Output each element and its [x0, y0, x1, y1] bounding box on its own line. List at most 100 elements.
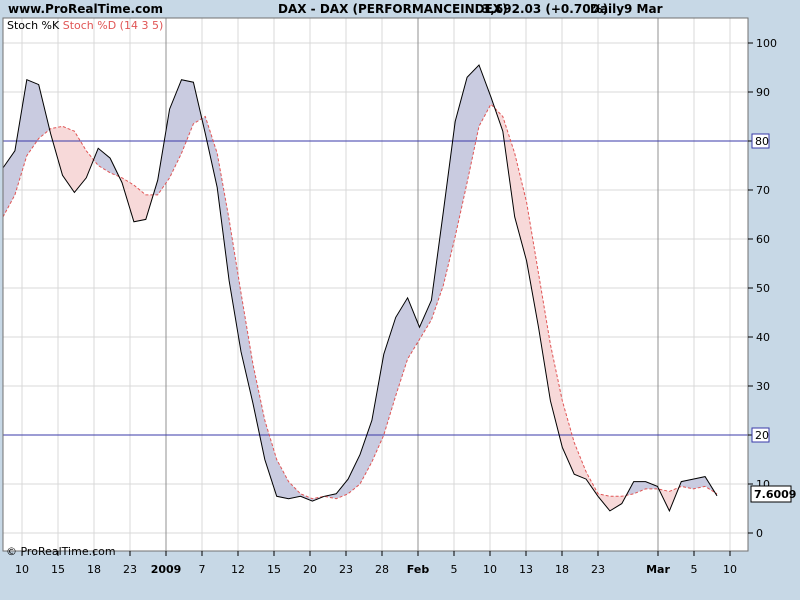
plot-area [3, 18, 748, 551]
k-data-point [275, 495, 278, 498]
legend-k-label: Stoch %K [7, 19, 63, 32]
k-data-point [561, 446, 564, 449]
d-data-point [406, 358, 409, 361]
d-data-point [359, 483, 362, 486]
d-data-point [692, 487, 695, 490]
y-tick-label: 30 [756, 380, 770, 393]
k-data-point [97, 147, 100, 150]
k-data-point [49, 132, 52, 135]
y-tick-label: 90 [756, 86, 770, 99]
k-data-point [668, 509, 671, 512]
d-data-point [478, 125, 481, 128]
k-data-point [192, 81, 195, 84]
d-data-point [382, 434, 385, 437]
d-data-point [394, 394, 397, 397]
d-data-point [144, 193, 147, 196]
d-data-point [168, 176, 171, 179]
k-data-point [513, 215, 516, 218]
k-data-point [180, 78, 183, 81]
d-data-point [430, 318, 433, 321]
legend-d-label: Stoch %D (14 3 5) [63, 19, 164, 32]
d-data-point [204, 115, 207, 118]
k-data-point [109, 157, 112, 160]
d-data-point [132, 184, 135, 187]
k-data-point [347, 478, 350, 481]
k-data-point [644, 480, 647, 483]
k-data-point [121, 181, 124, 184]
stochastic-chart[interactable]: 0 10 20 30 40 50 60 70 80 90 100 7.6009 10 15 18 23 2009… [0, 0, 800, 600]
k-data-point [418, 326, 421, 329]
k-data-point [156, 179, 159, 182]
k-data-point [25, 78, 28, 81]
d-data-point [501, 115, 504, 118]
d-data-point [61, 125, 64, 128]
d-data-point [311, 497, 314, 500]
k-data-point [466, 76, 469, 79]
k-data-point [585, 478, 588, 481]
y-tick-label: 20 [755, 429, 769, 442]
d-data-point [25, 154, 28, 157]
x-tick-label: 10 [15, 563, 29, 576]
k-data-point [632, 480, 635, 483]
x-tick-label: 18 [555, 563, 569, 576]
k-data-point [240, 350, 243, 353]
d-data-point [442, 284, 445, 287]
y-tick-label: 70 [756, 184, 770, 197]
d-data-point [287, 480, 290, 483]
x-tick-label: 23 [339, 563, 353, 576]
d-data-point [489, 103, 492, 106]
k-data-point [549, 399, 552, 402]
x-tick-label: 20 [303, 563, 317, 576]
d-data-point [49, 127, 52, 130]
d-data-point [597, 492, 600, 495]
x-tick-label: 12 [231, 563, 245, 576]
x-tick-label: Mar [646, 563, 670, 576]
x-tick-label: 18 [87, 563, 101, 576]
k-data-point [454, 120, 457, 123]
d-data-point [323, 495, 326, 498]
legend: Stoch %K Stoch %D (14 3 5) [7, 19, 163, 32]
d-data-point [85, 149, 88, 152]
k-data-point [692, 478, 695, 481]
y-tick-label: 80 [755, 135, 769, 148]
d-data-point [716, 492, 719, 495]
k-data-point [370, 419, 373, 422]
x-tick-label: 7 [199, 563, 206, 576]
d-data-point [335, 497, 338, 500]
k-data-point [501, 130, 504, 133]
d-data-point [537, 272, 540, 275]
x-tick-label: 13 [519, 563, 533, 576]
k-data-point [37, 83, 40, 86]
k-data-point [620, 502, 623, 505]
k-data-point [61, 174, 64, 177]
k-data-point [394, 316, 397, 319]
d-data-point [608, 495, 611, 498]
k-data-point [13, 149, 16, 152]
y-tick-label: 100 [756, 37, 777, 50]
d-data-point [251, 362, 254, 365]
k-data-point [216, 186, 219, 189]
k-data-point [608, 509, 611, 512]
d-data-point [347, 492, 350, 495]
x-tick-label: Feb [407, 563, 430, 576]
y-tick-label: 50 [756, 282, 770, 295]
d-data-point [121, 176, 124, 179]
d-data-point [466, 181, 469, 184]
k-data-point [704, 475, 707, 478]
k-data-point [382, 353, 385, 356]
d-data-point [240, 291, 243, 294]
x-tick-label: 5 [451, 563, 458, 576]
d-data-point [620, 495, 623, 498]
d-data-point [573, 441, 576, 444]
k-data-point [489, 95, 492, 98]
last-value-label: 7.6009 [754, 488, 796, 501]
d-data-point [513, 152, 516, 155]
k-data-point [335, 492, 338, 495]
d-data-point [180, 152, 183, 155]
k-data-point [430, 299, 433, 302]
k-data-point [478, 64, 481, 67]
k-data-point [228, 279, 231, 282]
d-data-point [299, 492, 302, 495]
d-data-point [97, 164, 100, 167]
d-data-point [73, 130, 76, 133]
